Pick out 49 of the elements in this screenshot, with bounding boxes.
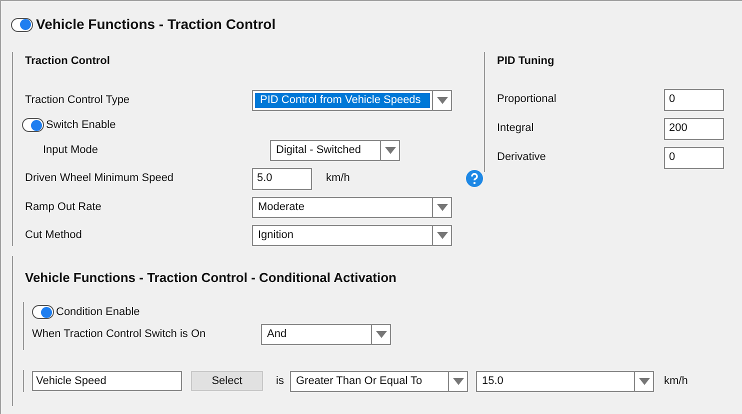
- number-field[interactable]: 5.0: [252, 168, 312, 190]
- field-label: Driven Wheel Minimum Speed: [25, 171, 175, 186]
- caret-icon: [436, 232, 448, 238]
- unit-label: km/h: [664, 374, 688, 389]
- toggle-switch[interactable]: [11, 18, 33, 32]
- dropdown[interactable]: And: [261, 324, 391, 344]
- dropdown-value: Digital - Switched: [275, 142, 362, 158]
- dropdown[interactable]: Digital - Switched: [270, 140, 400, 160]
- dropdown[interactable]: 15.0: [476, 370, 654, 392]
- dropdown[interactable]: Moderate: [252, 196, 452, 218]
- unit-label: km/h: [326, 171, 350, 186]
- group-heading: Traction Control: [25, 54, 111, 69]
- dropdown-value: Ignition: [257, 228, 294, 243]
- number-field[interactable]: 0: [664, 146, 724, 168]
- caret-icon: [638, 378, 650, 384]
- number-field[interactable]: 0: [664, 88, 724, 110]
- field-label: Proportional: [497, 92, 558, 108]
- dropdown-value: Moderate: [257, 200, 306, 215]
- help-icon[interactable]: [466, 170, 483, 187]
- field-label: Integral: [497, 121, 535, 136]
- select-button[interactable]: Select: [191, 371, 263, 391]
- dropdown-value: And: [266, 326, 288, 342]
- dropdown-value: Greater Than Or Equal To: [295, 374, 424, 389]
- caret-icon: [436, 96, 448, 104]
- caret-icon: [384, 146, 396, 154]
- operator-label: is: [276, 374, 285, 389]
- caret-icon: [376, 330, 386, 338]
- field-label: When Traction Control Switch is On: [32, 326, 207, 342]
- toggle-switch[interactable]: [22, 118, 44, 132]
- channel-field[interactable]: Vehicle Speed: [32, 371, 182, 391]
- field-label: Cut Method: [25, 228, 83, 243]
- toggle-label: Condition Enable: [56, 304, 140, 320]
- field-label: Derivative: [497, 150, 547, 166]
- dropdown[interactable]: Ignition: [252, 224, 452, 246]
- number-field[interactable]: 200: [664, 118, 724, 140]
- field-label: Ramp Out Rate: [25, 200, 102, 215]
- caret-icon: [436, 204, 448, 210]
- field-label: Traction Control Type: [25, 92, 131, 108]
- toggle-label: Switch Enable: [46, 118, 116, 133]
- dropdown[interactable]: Greater Than Or Equal To: [290, 370, 468, 392]
- group-heading: PID Tuning: [497, 54, 556, 69]
- field-label: Input Mode: [43, 142, 100, 158]
- dropdown[interactable]: PID Control from Vehicle Speeds: [252, 90, 452, 110]
- dropdown-value: 15.0: [481, 374, 504, 389]
- caret-icon: [452, 378, 464, 384]
- dropdown-value: PID Control from Vehicle Speeds: [255, 92, 430, 108]
- toggle-switch[interactable]: [32, 305, 54, 319]
- section-title: Vehicle Functions - Traction Control - Conditional Activation: [25, 269, 398, 287]
- section-title: Vehicle Functions - Traction Control: [36, 15, 276, 34]
